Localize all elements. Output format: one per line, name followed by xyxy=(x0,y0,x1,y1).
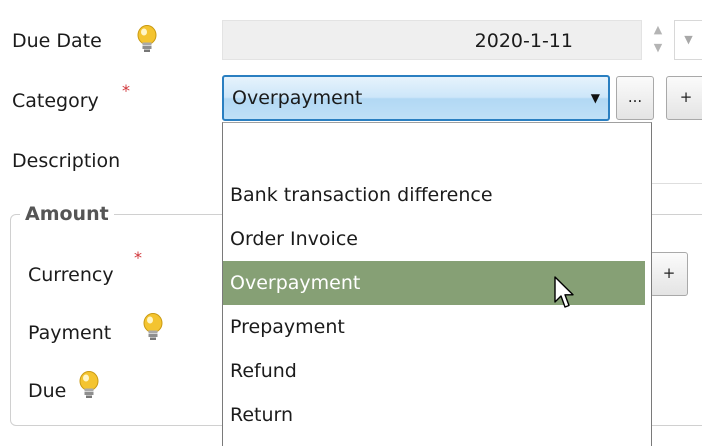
chevron-down-icon[interactable]: ▼ xyxy=(648,39,668,57)
due-date-value: 2020-1-11 xyxy=(474,30,573,52)
category-selected-value: Overpayment xyxy=(232,87,363,109)
list-item-bank-transaction-difference[interactable]: Bank transaction difference xyxy=(223,173,645,217)
due-date-input[interactable]: 2020-1-11 xyxy=(222,20,642,60)
due-label: Due xyxy=(28,380,67,402)
required-marker: * xyxy=(134,248,142,267)
caret-down-icon: ▼ xyxy=(684,33,693,46)
list-item-refund[interactable]: Refund xyxy=(223,349,645,393)
chevron-up-icon[interactable]: ▲ xyxy=(648,21,668,39)
description-label: Description xyxy=(12,150,121,172)
category-combo[interactable]: Overpayment ▼ xyxy=(222,75,610,121)
due-date-dropdown-button[interactable]: ▼ xyxy=(674,20,702,60)
description-input[interactable] xyxy=(650,183,702,184)
list-item-empty[interactable] xyxy=(223,127,645,171)
category-browse-button[interactable]: ... xyxy=(616,76,654,120)
currency-label: Currency xyxy=(28,264,114,286)
lightbulb-icon[interactable] xyxy=(140,312,166,342)
list-item-overpayment[interactable]: Overpayment xyxy=(223,261,645,305)
list-item-return[interactable]: Return xyxy=(223,393,645,437)
list-item-prepayment[interactable]: Prepayment xyxy=(223,305,645,349)
currency-add-button[interactable]: + xyxy=(650,252,688,296)
lightbulb-icon[interactable] xyxy=(76,370,102,400)
mouse-cursor-icon xyxy=(554,276,574,308)
required-marker: * xyxy=(122,81,130,100)
category-add-button[interactable]: + xyxy=(666,76,702,120)
payment-label: Payment xyxy=(28,322,112,344)
payment-form-window: Due Date 2020-1-11 ▲ ▼ ▼ Category * Over… xyxy=(0,0,702,446)
caret-down-icon[interactable]: ▼ xyxy=(591,88,600,108)
amount-group-title: Amount xyxy=(20,202,114,226)
list-item-order-invoice[interactable]: Order Invoice xyxy=(223,217,645,261)
due-date-label: Due Date xyxy=(12,30,102,52)
category-label: Category xyxy=(12,90,99,112)
lightbulb-icon[interactable] xyxy=(134,24,160,54)
category-dropdown-list[interactable]: Bank transaction difference Order Invoic… xyxy=(222,122,652,446)
